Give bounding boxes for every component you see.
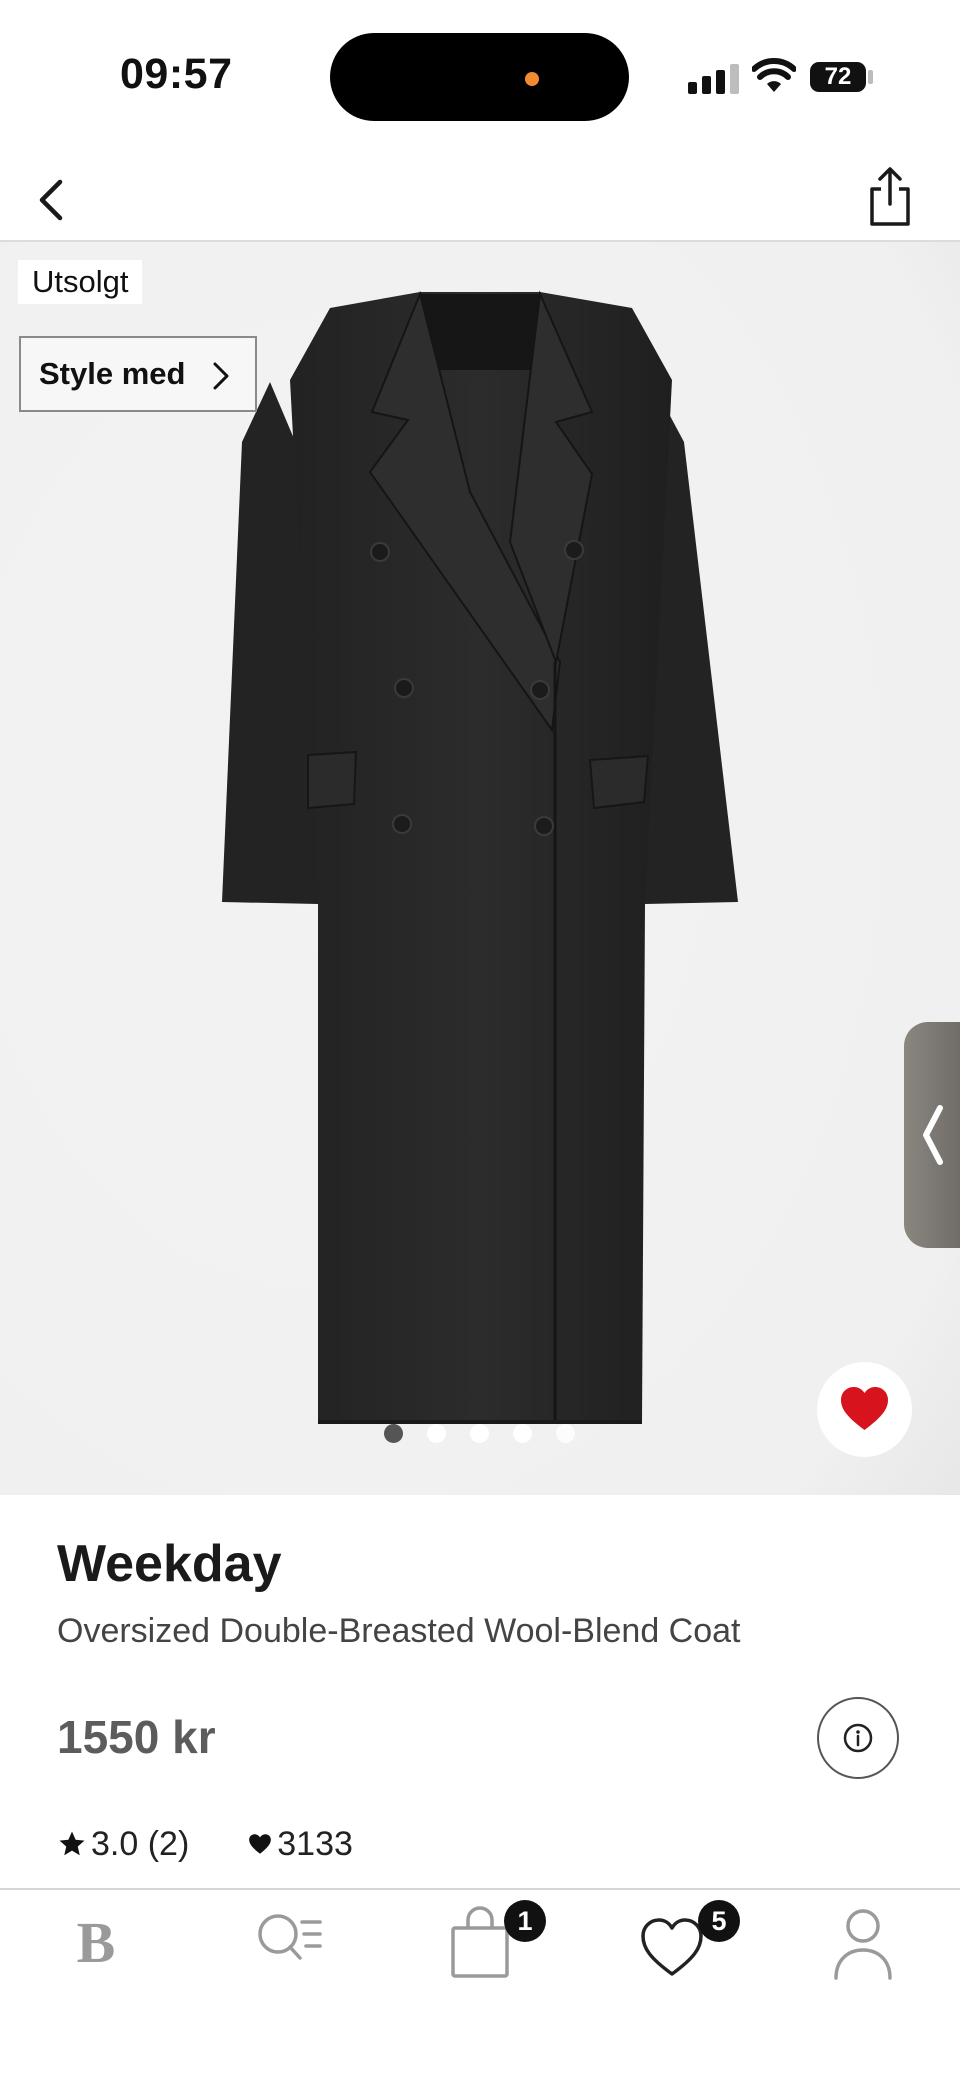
status-bar: 09:57 72 [0, 0, 960, 150]
carousel-dot[interactable] [470, 1424, 489, 1443]
tab-bag[interactable]: 1 [420, 1890, 546, 2000]
carousel-dot[interactable] [556, 1424, 575, 1443]
chevron-right-icon [213, 362, 229, 390]
rating-row[interactable]: 3.0 (2) 3133 [57, 1822, 353, 1866]
star-icon [59, 1831, 85, 1856]
carousel-dot[interactable] [427, 1424, 446, 1443]
tab-search[interactable] [226, 1890, 346, 2000]
carousel-dot[interactable] [513, 1424, 532, 1443]
cellular-signal-icon [688, 64, 739, 94]
price-info-button[interactable] [817, 1697, 899, 1779]
carousel-dot-active[interactable] [384, 1424, 403, 1443]
battery-level: 72 [810, 62, 866, 92]
person-icon [834, 1909, 892, 1980]
search-list-icon [258, 1914, 322, 1960]
bottom-tab-bar: B 1 5 [0, 1888, 960, 2089]
rating-value: 3.0 (2) [91, 1824, 190, 1863]
chevron-left-icon [923, 1105, 943, 1165]
product-name: Oversized Double-Breasted Wool-Blend Coa… [57, 1612, 741, 1650]
product-image-carousel[interactable] [0, 242, 960, 1495]
tab-home[interactable]: B [36, 1890, 156, 2000]
style-with-button[interactable]: Style med [19, 336, 257, 412]
side-panel-handle[interactable] [904, 1022, 960, 1248]
product-brand[interactable]: Weekday [57, 1534, 282, 1594]
carousel-dots [384, 1424, 584, 1446]
likes-count-group: 3133 [247, 1825, 353, 1864]
sold-out-badge: Utsolgt [18, 260, 143, 304]
tab-wishlist[interactable]: 5 [612, 1890, 740, 2000]
info-icon [843, 1723, 873, 1753]
back-chevron-icon[interactable] [24, 170, 84, 230]
heart-filled-icon [841, 1387, 888, 1430]
brand-b-icon: B [77, 1910, 116, 1975]
favorite-button[interactable] [817, 1362, 912, 1457]
likes-count: 3133 [277, 1824, 353, 1863]
dynamic-island [330, 33, 629, 121]
wishlist-count-badge: 5 [698, 1900, 740, 1942]
status-time: 09:57 [120, 50, 233, 98]
heart-small-icon [249, 1834, 272, 1854]
top-navigation [0, 150, 960, 242]
recording-indicator-icon [525, 72, 539, 86]
battery-cap [868, 70, 873, 84]
share-icon[interactable] [860, 164, 920, 230]
tab-profile[interactable] [803, 1890, 923, 2000]
coat-image [0, 242, 960, 1495]
svg-text:B: B [77, 1910, 116, 1975]
style-with-label: Style med [39, 356, 186, 391]
product-price: 1550 kr [57, 1711, 216, 1763]
bag-count-badge: 1 [504, 1900, 546, 1942]
wifi-icon [752, 58, 796, 92]
